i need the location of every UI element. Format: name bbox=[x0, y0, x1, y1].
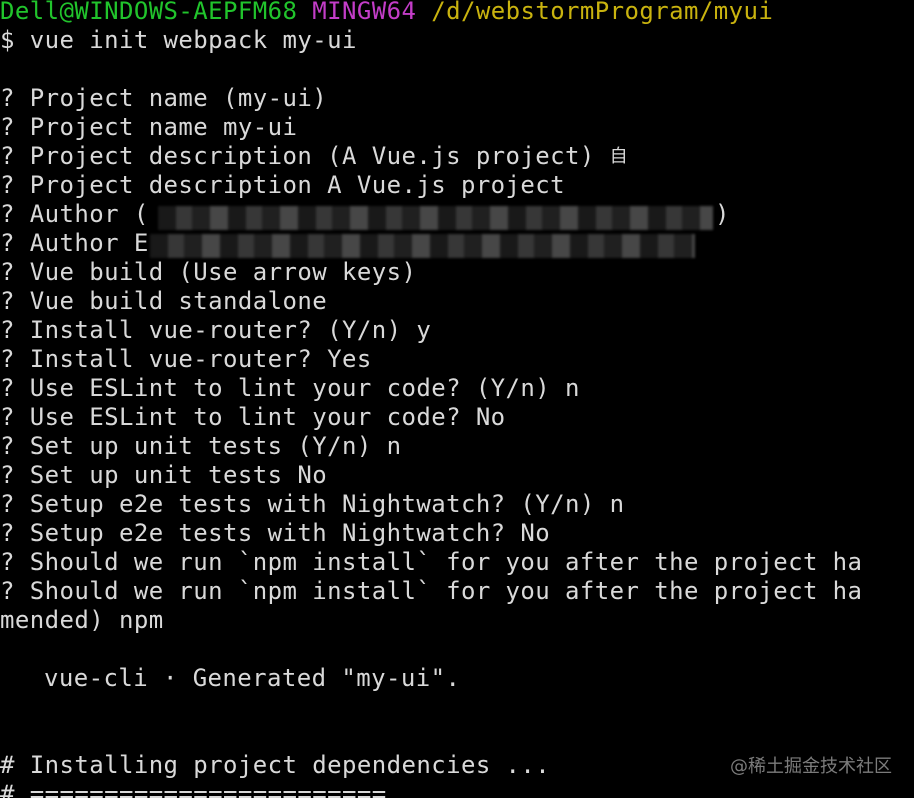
output-line: ? Should we run `npm install` for you af… bbox=[0, 577, 863, 605]
installing-message: # Installing project dependencies ... bbox=[0, 751, 551, 779]
output-line: ? Use ESLint to lint your code? (Y/n) n bbox=[0, 374, 580, 402]
output-line: ? Project description (A Vue.js project)… bbox=[0, 142, 628, 171]
generated-message: vue-cli · Generated "my-ui". bbox=[44, 664, 461, 692]
output-line: ? Set up unit tests No bbox=[0, 461, 328, 489]
prompt-user-host: Dell@WINDOWS-AEPFM68 bbox=[0, 0, 298, 25]
output-line: ? Setup e2e tests with Nightwatch? (Y/n)… bbox=[0, 490, 625, 518]
output-line: ? Author ( bbox=[0, 200, 149, 229]
output-text: ? Project description (A Vue.js project) bbox=[0, 142, 595, 170]
redacted-author-blur bbox=[158, 206, 713, 230]
output-line: ? Should we run `npm install` for you af… bbox=[0, 548, 863, 576]
output-line: ? Setup e2e tests with Nightwatch? No bbox=[0, 519, 551, 547]
output-line: mended) npm bbox=[0, 606, 164, 634]
output-line: ? Project name my-ui bbox=[0, 113, 298, 141]
output-line: ? Install vue-router? Yes bbox=[0, 345, 372, 373]
output-line: ? Project name (my-ui) bbox=[0, 84, 328, 112]
output-text: ? Author ( bbox=[0, 200, 149, 228]
prompt-path: /d/webstormProgram/myui bbox=[431, 0, 774, 25]
command-line: $ vue init webpack my-ui bbox=[0, 26, 357, 54]
terminal-window[interactable]: Dell@WINDOWS-AEPFM68 MINGW64 /d/webstorm… bbox=[0, 0, 914, 798]
output-line: ? Install vue-router? (Y/n) y bbox=[0, 316, 432, 344]
trailing-char: 自 bbox=[609, 146, 629, 167]
author-close-paren: ) bbox=[715, 200, 730, 228]
redacted-email-blur bbox=[150, 234, 695, 258]
output-line: ? Author E bbox=[0, 229, 149, 257]
output-line: ? Set up unit tests (Y/n) n bbox=[0, 432, 402, 460]
shell-prompt: Dell@WINDOWS-AEPFM68 MINGW64 /d/webstorm… bbox=[0, 0, 773, 26]
output-line: ? Vue build (Use arrow keys) bbox=[0, 258, 417, 286]
output-line: ? Vue build standalone bbox=[0, 287, 328, 315]
output-line: ? Use ESLint to lint your code? No bbox=[0, 403, 506, 431]
prompt-env: MINGW64 bbox=[312, 0, 417, 25]
separator-line: # ======================== bbox=[0, 780, 387, 798]
output-line: ? Project description A Vue.js project bbox=[0, 171, 566, 199]
watermark: @稀土掘金技术社区 bbox=[730, 756, 892, 777]
